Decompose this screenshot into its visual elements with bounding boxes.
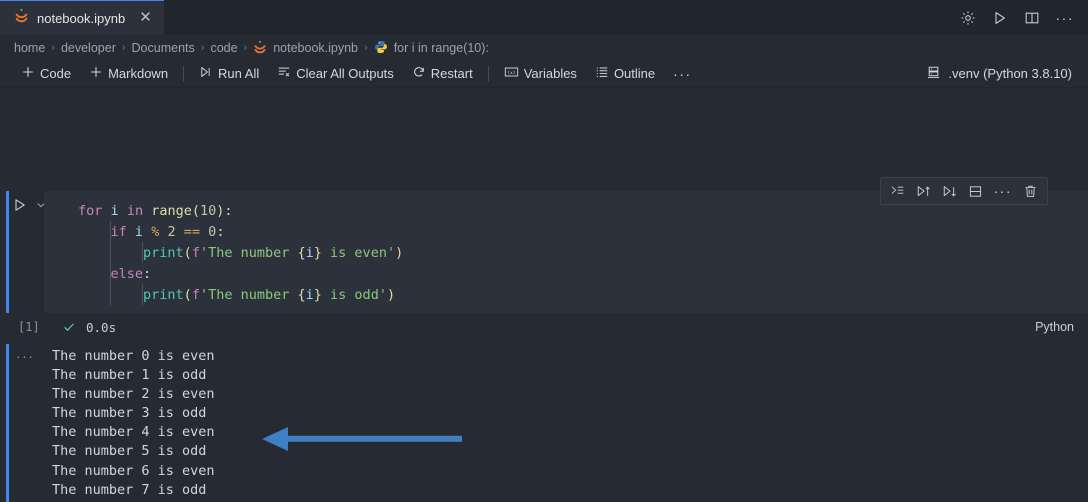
output-selection-stripe [6, 344, 9, 502]
breadcrumb-label: notebook.ipynb [273, 40, 359, 55]
kernel-label: .venv (Python 3.8.10) [948, 66, 1072, 81]
server-icon [926, 65, 941, 83]
run-icon[interactable] [992, 10, 1008, 26]
cell-language-label[interactable]: Python [1035, 320, 1074, 334]
breadcrumb-separator: › [200, 41, 205, 54]
breadcrumb-separator: › [364, 41, 368, 54]
settings-gear-icon[interactable] [960, 10, 976, 26]
breadcrumb-label: for i in range(10): [393, 40, 489, 55]
breadcrumb-label: home [14, 40, 46, 55]
restart-kernel-button[interactable]: Restart [403, 63, 482, 84]
breadcrumb-separator: › [243, 41, 248, 54]
cell-execution-status-row: [1] 0.0s Python [0, 313, 1088, 341]
code-cell[interactable]: for i in range(10): if i % 2 == 0: print… [0, 191, 1088, 341]
output-line: The number 0 is even [52, 348, 215, 364]
jupyter-icon [253, 40, 267, 55]
variables-label: Variables [523, 66, 577, 81]
output-line: The number 7 is odd [52, 481, 207, 498]
indent-guide [142, 242, 143, 263]
code-line: if i % 2 == 0: [110, 224, 225, 240]
output-line: The number 2 is even [52, 386, 215, 403]
editor-tab-notebook[interactable]: notebook.ipynb ✕ [0, 0, 164, 35]
breadcrumb-item-notebook[interactable]: notebook.ipynb [253, 40, 358, 55]
plus-icon [89, 65, 103, 82]
add-markdown-cell-button[interactable]: Markdown [80, 63, 177, 84]
success-check-icon [62, 320, 76, 334]
toolbar-divider [487, 65, 489, 82]
code-line: for i in range(10): [78, 203, 233, 219]
add-code-cell-button[interactable]: Code [12, 63, 80, 84]
run-cell-icon[interactable] [12, 197, 28, 213]
breadcrumb-separator: › [121, 41, 126, 54]
breadcrumb-label: Documents [131, 40, 195, 55]
run-all-icon [199, 65, 213, 82]
kernel-selector[interactable]: .venv (Python 3.8.10) [926, 65, 1076, 83]
execute-cell-and-below-icon[interactable] [938, 182, 961, 201]
toolbar-more-button[interactable]: ··· [664, 64, 701, 84]
indent-guide [110, 221, 111, 305]
cell-editor[interactable]: for i in range(10): if i % 2 == 0: print… [44, 191, 1088, 313]
breadcrumb: home › developer › Documents › code › no… [0, 35, 1088, 60]
cell-run-gutter [12, 197, 47, 213]
outline-button[interactable]: Outline [586, 63, 664, 84]
breadcrumb-label: code [210, 40, 238, 55]
run-by-line-icon[interactable] [886, 182, 909, 201]
restart-kernel-label: Restart [430, 66, 473, 81]
add-code-cell-label: Code [40, 66, 72, 81]
plus-icon [21, 65, 35, 82]
variables-icon: (x) [504, 65, 519, 82]
more-cell-actions-icon[interactable]: ··· [990, 181, 1017, 201]
breadcrumb-label: developer [60, 40, 116, 55]
run-all-label: Run All [218, 66, 260, 81]
jupyter-icon [14, 8, 29, 28]
execution-time: 0.0s [86, 319, 117, 335]
delete-cell-icon[interactable] [1019, 182, 1042, 201]
output-line: The number 3 is odd [52, 405, 207, 422]
breadcrumb-separator: › [51, 41, 55, 54]
split-cell-icon[interactable] [964, 182, 987, 201]
restart-icon [412, 65, 426, 82]
execute-above-cells-icon[interactable] [912, 182, 935, 201]
code-line: print(f'The number {i} is odd') [143, 287, 396, 303]
breadcrumb-item-code[interactable]: code [210, 41, 237, 55]
breadcrumb-item-home[interactable]: home [14, 41, 45, 55]
python-icon [374, 40, 388, 55]
cell-output: ··· The number 0 is even The number 1 is … [0, 344, 1088, 502]
breadcrumb-item-documents[interactable]: Documents [132, 41, 195, 55]
variables-button[interactable]: (x) Variables [495, 63, 586, 84]
close-icon[interactable]: ✕ [133, 10, 154, 27]
title-bar: notebook.ipynb ✕ ··· [0, 0, 1088, 35]
outline-label: Outline [613, 66, 656, 81]
output-more-icon[interactable]: ··· [16, 348, 35, 364]
add-markdown-cell-label: Markdown [108, 66, 169, 81]
output-line: The number 4 is even [52, 424, 215, 441]
cell-toolbar: ··· [879, 177, 1048, 205]
indent-guide [142, 284, 143, 305]
notebook-body: ··· for i in range(10): if i % 2 == 0: p… [0, 88, 1088, 502]
output-line: The number 5 is odd [52, 443, 207, 460]
notebook-toolbar: Code Markdown Run All Clear All Outputs … [0, 60, 1088, 88]
output-line: The number 1 is odd [52, 367, 207, 384]
more-actions-icon[interactable]: ··· [1056, 10, 1075, 26]
editor-tab-label: notebook.ipynb [37, 10, 126, 26]
outline-icon [595, 65, 609, 82]
svg-text:(x): (x) [507, 70, 515, 76]
code-line: print(f'The number {i} is even') [143, 245, 404, 261]
execution-count: [1] [18, 320, 40, 334]
clear-all-outputs-label: Clear All Outputs [296, 66, 394, 81]
code-content: for i in range(10): if i % 2 == 0: print… [44, 191, 1088, 306]
code-line: else: [110, 266, 152, 282]
output-text: The number 0 is even The number 1 is odd T… [52, 347, 215, 502]
breadcrumb-item-developer[interactable]: developer [61, 41, 116, 55]
run-all-button[interactable]: Run All [190, 63, 268, 84]
toolbar-divider [183, 65, 185, 82]
clear-outputs-icon [277, 65, 291, 82]
breadcrumb-item-symbol[interactable]: for i in range(10): [374, 40, 489, 55]
title-bar-actions: ··· [960, 0, 1088, 35]
split-editor-icon[interactable] [1024, 10, 1040, 26]
output-line: The number 6 is even [52, 462, 215, 479]
clear-all-outputs-button[interactable]: Clear All Outputs [268, 63, 403, 84]
